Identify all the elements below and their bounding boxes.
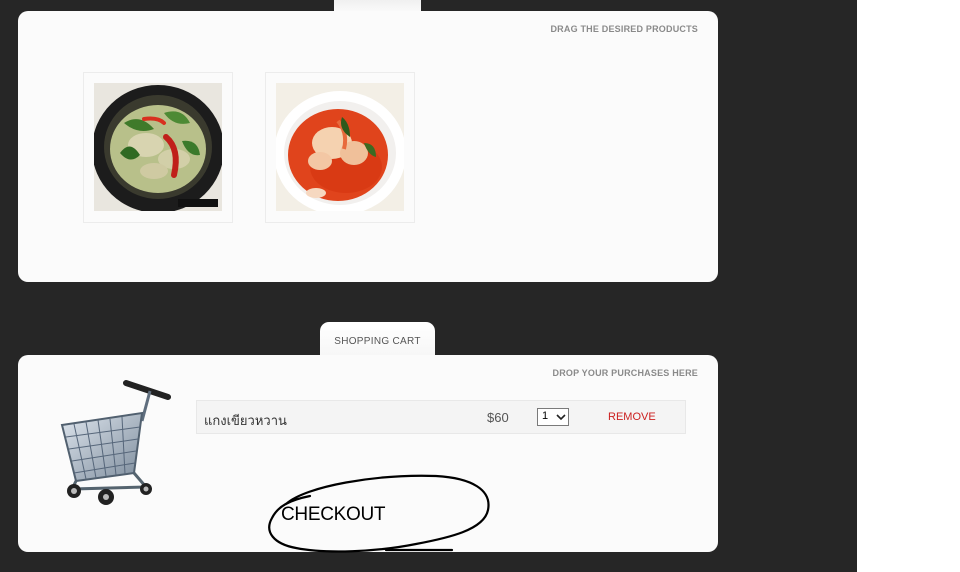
chevron-down-icon bbox=[555, 409, 567, 425]
cart-row: แกงเขียวหวาน $60 1 REMOVE bbox=[196, 400, 686, 434]
product-tom-yum[interactable] bbox=[265, 72, 415, 223]
checkout-button[interactable]: CHECKOUT bbox=[266, 474, 492, 556]
products-hint: DRAG THE DESIRED PRODUCTS bbox=[550, 24, 698, 34]
cart-item-name: แกงเขียวหวาน bbox=[204, 413, 287, 428]
tom-yum-image bbox=[276, 83, 404, 211]
quantity-select[interactable]: 1 bbox=[537, 408, 569, 426]
shopping-cart-tab[interactable]: SHOPPING CART bbox=[320, 322, 435, 358]
quantity-value: 1 bbox=[542, 410, 549, 422]
shopping-cart-icon bbox=[54, 377, 174, 509]
remove-link[interactable]: REMOVE bbox=[608, 411, 656, 423]
checkout-label: CHECKOUT bbox=[281, 504, 386, 525]
green-curry-image bbox=[94, 83, 222, 211]
product-green-curry[interactable] bbox=[83, 72, 233, 223]
shopping-cart-tab-label: SHOPPING CART bbox=[334, 336, 421, 347]
cart-hint: DROP YOUR PURCHASES HERE bbox=[552, 368, 698, 378]
cart-item-price: $60 bbox=[487, 410, 509, 425]
products-panel: DRAG THE DESIRED PRODUCTS bbox=[18, 11, 718, 282]
